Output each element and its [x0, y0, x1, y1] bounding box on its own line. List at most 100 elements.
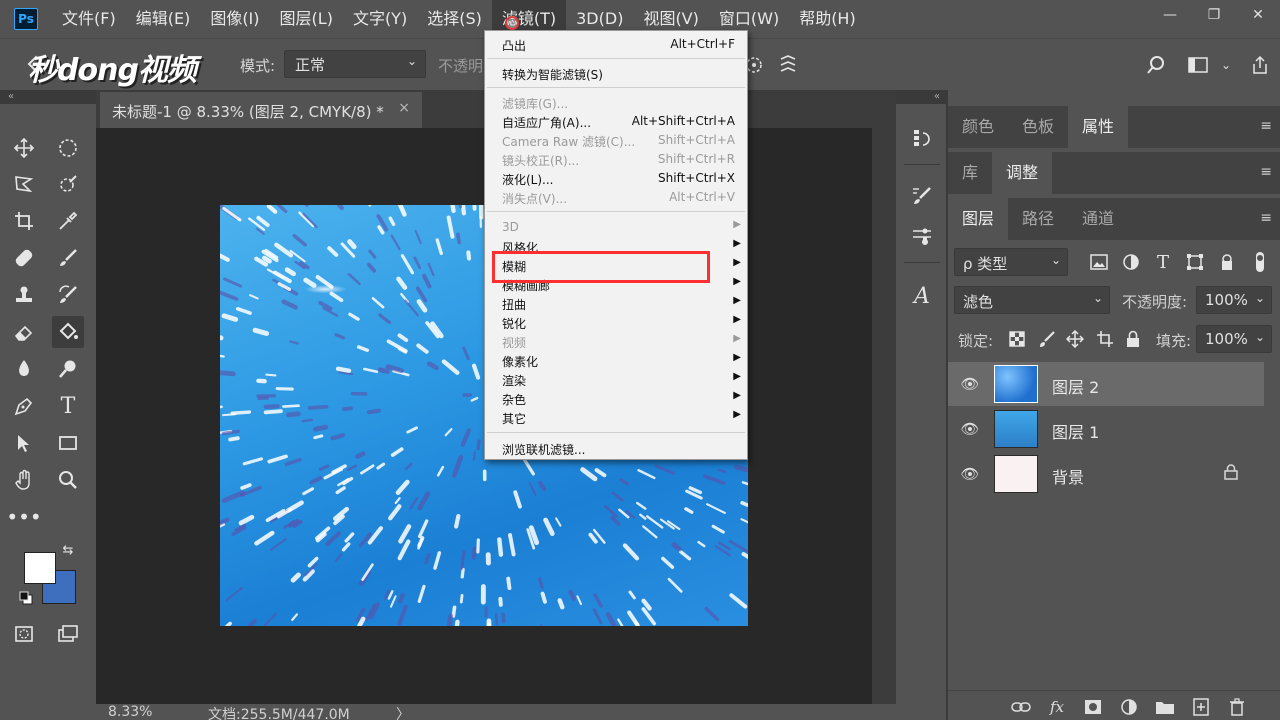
- quick-mask-icon[interactable]: [8, 618, 40, 650]
- menu-item-distort[interactable]: 扭曲 ▶: [485, 294, 747, 313]
- visibility-eye-icon[interactable]: 👁: [960, 374, 980, 394]
- brush-tool-icon[interactable]: [52, 242, 84, 274]
- layer-filter-select[interactable]: ρ 类型 ⌄: [954, 248, 1068, 276]
- default-colors-icon[interactable]: [16, 588, 36, 608]
- menu-item-browse-online-filters[interactable]: 浏览联机滤镜...: [485, 439, 747, 458]
- eyedropper-icon[interactable]: [52, 205, 84, 237]
- healing-brush-icon[interactable]: [8, 242, 40, 274]
- menu-image[interactable]: 图像(I): [200, 0, 269, 38]
- menu-layer[interactable]: 图层(L): [270, 0, 343, 38]
- panel-menu-icon[interactable]: ≡: [1260, 164, 1272, 180]
- move-tool-icon[interactable]: [8, 132, 40, 164]
- lock-image-pixels-icon[interactable]: [1036, 328, 1058, 350]
- menu-item-pixelate[interactable]: 像素化 ▶: [485, 351, 747, 370]
- tab-layers[interactable]: 图层: [948, 198, 1009, 240]
- filter-toggle[interactable]: [1250, 250, 1270, 274]
- lock-artboard-icon[interactable]: [1094, 328, 1116, 350]
- vertical-scrollbar[interactable]: [872, 128, 896, 704]
- menu-item-noise[interactable]: 杂色 ▶: [485, 389, 747, 408]
- path-selection-icon[interactable]: [8, 427, 40, 459]
- more-tools-icon[interactable]: •••: [6, 501, 41, 533]
- character-panel-icon[interactable]: A: [906, 280, 938, 312]
- clone-stamp-icon[interactable]: [8, 279, 40, 311]
- polygonal-lasso-icon[interactable]: [8, 168, 40, 200]
- lock-position-icon[interactable]: [1064, 328, 1086, 350]
- symmetry-icon[interactable]: [776, 53, 800, 77]
- rectangle-tool-icon[interactable]: [52, 427, 84, 459]
- link-layers-icon[interactable]: [1010, 696, 1032, 718]
- minimize-button[interactable]: —: [1148, 0, 1192, 30]
- filter-type-icon[interactable]: T: [1152, 251, 1174, 273]
- workspace-icon[interactable]: [1186, 53, 1210, 77]
- close-button[interactable]: ✕: [1236, 0, 1280, 30]
- type-tool-icon[interactable]: T: [52, 390, 84, 422]
- tab-color[interactable]: 颜色: [948, 106, 1008, 148]
- dock-collapse[interactable]: «: [896, 90, 948, 104]
- layer-style-icon[interactable]: fx: [1046, 696, 1068, 718]
- tab-paths[interactable]: 路径: [1008, 198, 1068, 240]
- crop-tool-icon[interactable]: [8, 205, 40, 237]
- menu-item-convert-smart-filters[interactable]: 转换为智能滤镜(S): [485, 64, 747, 83]
- history-brush-icon[interactable]: [52, 279, 84, 311]
- quick-selection-icon[interactable]: [52, 168, 84, 200]
- elliptical-marquee-icon[interactable]: [52, 132, 84, 164]
- share-icon[interactable]: [1248, 53, 1272, 77]
- opacity-input[interactable]: 100% ⌄: [1196, 286, 1272, 314]
- menu-item-liquify[interactable]: 液化(L)... Shift+Ctrl+X: [485, 169, 747, 188]
- tab-adjustments[interactable]: 调整: [992, 152, 1053, 194]
- menu-select[interactable]: 选择(S): [417, 0, 492, 38]
- menu-item-other[interactable]: 其它 ▶: [485, 408, 747, 427]
- status-menu-arrow[interactable]: 〉: [396, 704, 410, 720]
- search-icon[interactable]: [1144, 53, 1168, 77]
- panel-menu-icon[interactable]: ≡: [1260, 210, 1272, 226]
- tab-properties[interactable]: 属性: [1068, 106, 1129, 148]
- panel-menu-icon[interactable]: ≡: [1260, 118, 1272, 134]
- chevron-down-icon[interactable]: ⌄: [1214, 53, 1238, 77]
- visibility-eye-icon[interactable]: 👁: [960, 464, 980, 484]
- menu-edit[interactable]: 编辑(E): [126, 0, 201, 38]
- close-tab-icon[interactable]: ×: [398, 100, 410, 116]
- eraser-tool-icon[interactable]: [8, 316, 40, 348]
- new-adjustment-layer-icon[interactable]: [1118, 696, 1140, 718]
- swap-colors-icon[interactable]: ⇆: [58, 540, 78, 560]
- lock-all-icon[interactable]: [1122, 328, 1144, 350]
- menu-item-sharpen[interactable]: 锐化 ▶: [485, 313, 747, 332]
- document-tab[interactable]: 未标题-1 @ 8.33% (图层 2, CMYK/8) * ×: [100, 92, 422, 128]
- mode-select[interactable]: 正常 ⌄: [284, 50, 426, 78]
- history-panel-icon[interactable]: [906, 122, 938, 154]
- blur-tool-icon[interactable]: [8, 353, 40, 385]
- paint-bucket-tool-icon[interactable]: [52, 316, 84, 348]
- menu-help[interactable]: 帮助(H): [789, 0, 866, 38]
- filter-pixel-icon[interactable]: [1088, 251, 1110, 273]
- tab-channels[interactable]: 通道: [1068, 198, 1128, 240]
- blend-mode-select[interactable]: 滤色 ⌄: [954, 286, 1110, 314]
- screen-mode-icon[interactable]: [52, 618, 84, 650]
- menu-item-adaptive-wide-angle[interactable]: 自适应广角(A)... Alt+Shift+Ctrl+A: [485, 112, 747, 131]
- tab-libraries[interactable]: 库: [948, 152, 992, 194]
- brush-settings-icon[interactable]: [906, 180, 938, 212]
- zoom-tool-icon[interactable]: [52, 464, 84, 496]
- zoom-level[interactable]: 8.33%: [108, 704, 152, 720]
- filter-adjustment-icon[interactable]: [1120, 251, 1142, 273]
- add-mask-icon[interactable]: [1082, 696, 1104, 718]
- tab-swatches[interactable]: 色板: [1008, 106, 1068, 148]
- toolbar-collapse[interactable]: «: [0, 90, 96, 104]
- menu-type[interactable]: 文字(Y): [343, 0, 417, 38]
- delete-layer-icon[interactable]: [1226, 696, 1248, 718]
- clone-source-icon[interactable]: [906, 220, 938, 252]
- menu-item-extrude[interactable]: 凸出 Alt+Ctrl+F: [485, 35, 747, 54]
- menu-item-render[interactable]: 渲染 ▶: [485, 370, 747, 389]
- foreground-color-swatch[interactable]: [24, 552, 56, 584]
- layer-row[interactable]: 👁 图层 1: [948, 407, 1264, 451]
- pen-tool-icon[interactable]: [8, 390, 40, 422]
- new-layer-icon[interactable]: [1190, 696, 1212, 718]
- restore-button[interactable]: ❐: [1192, 0, 1236, 30]
- layer-row[interactable]: 👁 背景: [948, 452, 1264, 496]
- lock-transparent-icon[interactable]: [1006, 328, 1028, 350]
- filter-shape-icon[interactable]: [1184, 251, 1206, 273]
- dodge-tool-icon[interactable]: [52, 353, 84, 385]
- hand-tool-icon[interactable]: [8, 464, 40, 496]
- visibility-eye-icon[interactable]: 👁: [960, 419, 980, 439]
- layer-row[interactable]: 👁 图层 2: [948, 362, 1264, 406]
- filter-smart-object-icon[interactable]: [1216, 251, 1238, 273]
